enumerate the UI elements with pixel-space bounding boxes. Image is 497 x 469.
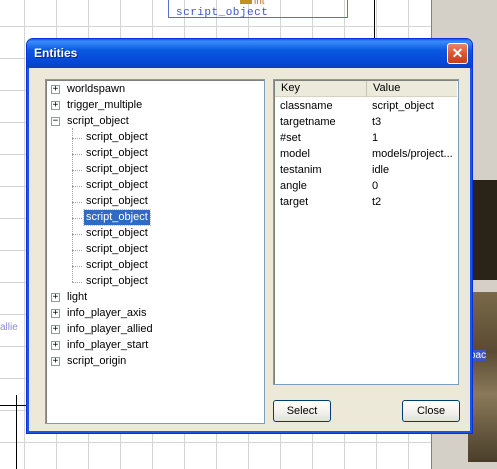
tree-item-label: script_object <box>86 179 148 191</box>
tree-connector <box>72 138 82 139</box>
spawn-label: allie <box>0 322 18 333</box>
property-key: classname <box>280 100 333 112</box>
property-key: targetname <box>280 116 336 128</box>
dialog-body: + worldspawn + trigger_multiple − script_obje… <box>30 68 469 430</box>
tree-item[interactable]: + worldspawn <box>46 82 264 98</box>
expand-icon[interactable]: + <box>51 357 60 366</box>
property-value: models/project... <box>372 148 453 160</box>
expand-icon[interactable]: + <box>51 85 60 94</box>
property-row[interactable]: #set 1 <box>275 130 457 146</box>
tree-item[interactable]: − script_object <box>46 114 264 130</box>
tree-connector <box>72 128 73 282</box>
tree-item-label: light <box>67 291 88 303</box>
tree-item-label: script_object <box>67 115 129 127</box>
property-row[interactable]: target t2 <box>275 194 457 210</box>
entity-tree[interactable]: + worldspawn + trigger_multiple − script_obje… <box>45 79 265 424</box>
tree-connector <box>72 282 82 283</box>
tree-item-label: info_player_start <box>67 339 149 351</box>
tree-child-item[interactable]: script_object <box>46 274 264 290</box>
tree-item-label-selected: script_object <box>83 209 151 226</box>
tree-connector <box>72 154 82 155</box>
brush-edge <box>374 0 375 40</box>
property-key: target <box>280 196 309 208</box>
tree-connector <box>72 218 82 219</box>
property-row[interactable]: classname script_object <box>275 98 457 114</box>
property-row[interactable]: angle 0 <box>275 178 457 194</box>
property-value: 1 <box>372 132 379 144</box>
tree-connector <box>72 250 82 251</box>
column-header-key[interactable]: Key <box>275 81 367 97</box>
tree-connector <box>72 170 82 171</box>
tree-item-label: script_object <box>86 147 148 159</box>
entity-origin-marker <box>240 0 252 4</box>
tree-child-item[interactable]: script_object <box>46 226 264 242</box>
property-key: angle <box>280 180 307 192</box>
tree-item-label: worldspawn <box>67 83 126 95</box>
tree-connector <box>72 186 82 187</box>
property-value: t3 <box>372 116 382 128</box>
close-button[interactable]: Close <box>402 400 460 422</box>
tree-child-item[interactable]: script_object <box>46 258 264 274</box>
tree-item[interactable]: + script_origin <box>46 354 264 370</box>
properties-list[interactable]: Key Value classname script_object targetna… <box>273 79 459 385</box>
tree-item[interactable]: + info_player_axis <box>46 306 264 322</box>
dialog-title: Entities <box>34 46 78 60</box>
tree-child-item[interactable]: script_object <box>46 162 264 178</box>
property-value: script_object <box>372 100 434 112</box>
property-value: t2 <box>372 196 382 208</box>
select-button[interactable]: Select <box>273 400 331 422</box>
close-icon[interactable]: ✕ <box>447 43 468 64</box>
tree-item-label: script_object <box>86 163 148 175</box>
tree-connector <box>72 234 82 235</box>
property-key: testanim <box>280 164 322 176</box>
tree-item-label: script_object <box>86 227 148 239</box>
tree-item[interactable]: + light <box>46 290 264 306</box>
tree-connector <box>72 202 82 203</box>
brush-edge <box>16 395 17 469</box>
tree-item-label: script_object <box>86 259 148 271</box>
tree-item-label: script_origin <box>67 355 127 367</box>
expand-icon[interactable]: + <box>51 101 60 110</box>
collapse-icon[interactable]: − <box>51 117 60 126</box>
tree-child-item[interactable]: script_object <box>46 194 264 210</box>
tree-item-label: script_object <box>86 131 148 143</box>
property-value: idle <box>372 164 390 176</box>
property-row[interactable]: targetname t3 <box>275 114 457 130</box>
tree-item-label: script_object <box>86 243 148 255</box>
tree-child-item[interactable]: script_object <box>46 146 264 162</box>
tree-child-item[interactable]: script_object <box>46 130 264 146</box>
tree-item-label: trigger_multiple <box>67 99 143 111</box>
properties-header: Key Value <box>275 81 457 97</box>
entities-dialog: Entities ✕ + worldspawn + trigger_multiple −… <box>26 38 473 434</box>
property-key: #set <box>280 132 301 144</box>
property-value: 0 <box>372 180 379 192</box>
tree-item-label: script_object <box>86 195 148 207</box>
tree-item[interactable]: + trigger_multiple <box>46 98 264 114</box>
tree-child-item[interactable]: script_object <box>46 209 264 226</box>
property-key: model <box>280 148 310 160</box>
column-header-value[interactable]: Value <box>367 81 458 97</box>
tree-item-label: info_player_allied <box>67 323 153 335</box>
origin-label: int <box>254 0 265 7</box>
tree-connector <box>72 266 82 267</box>
expand-icon[interactable]: + <box>51 293 60 302</box>
tree-child-item[interactable]: script_object <box>46 242 264 258</box>
tree-item-label: script_object <box>86 275 148 287</box>
property-row[interactable]: testanim idle <box>275 162 457 178</box>
tree-item[interactable]: + info_player_start <box>46 338 264 354</box>
dialog-titlebar[interactable]: Entities ✕ <box>27 39 472 68</box>
property-row[interactable]: model models/project... <box>275 146 457 162</box>
tree-child-item[interactable]: script_object <box>46 178 264 194</box>
tree-item[interactable]: + info_player_allied <box>46 322 264 338</box>
expand-icon[interactable]: + <box>51 341 60 350</box>
expand-icon[interactable]: + <box>51 325 60 334</box>
tree-item-label: info_player_axis <box>67 307 147 319</box>
expand-icon[interactable]: + <box>51 309 60 318</box>
entity-label: script_object <box>176 7 269 19</box>
